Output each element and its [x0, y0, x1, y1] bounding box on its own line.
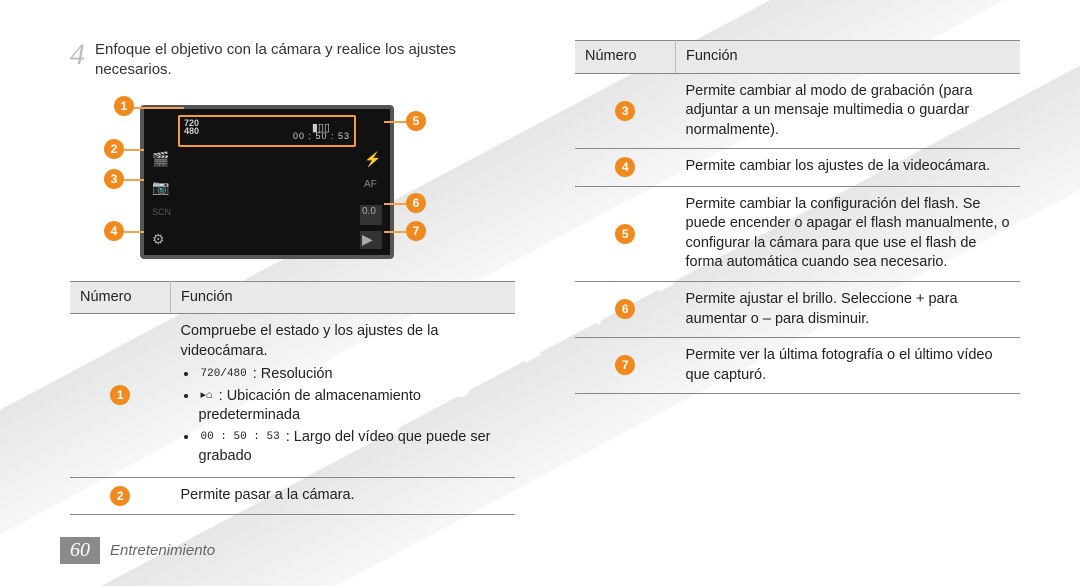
row-text: Permite ver la última fotografía o el úl…: [676, 338, 1021, 394]
table-row: 5 Permite cambiar la configuración del f…: [575, 186, 1020, 281]
callout-4: 4: [104, 221, 124, 241]
row-badge: 1: [110, 385, 130, 405]
table-row: 2 Permite pasar a la cámara.: [70, 478, 515, 515]
table-row: 7 Permite ver la última fotografía o el …: [575, 338, 1020, 394]
rec-time: 00 : 50 : 53: [293, 131, 350, 141]
row-text: Permite ajustar el brillo. Seleccione + …: [676, 281, 1021, 337]
th-num: Número: [70, 281, 171, 314]
camera-switch-icon: 📷: [152, 179, 170, 197]
row-badge: 5: [615, 224, 635, 244]
th-num: Número: [575, 41, 676, 74]
table-row: 3 Permite cambiar al modo de grabación (…: [575, 73, 1020, 149]
row-badge: 3: [615, 101, 635, 121]
table-row: 6 Permite ajustar el brillo. Seleccione …: [575, 281, 1020, 337]
page-footer: 60 Entretenimiento: [60, 537, 215, 564]
callout-7: 7: [406, 221, 426, 241]
row-text: Permite cambiar al modo de grabación (pa…: [676, 73, 1021, 149]
th-fn: Función: [171, 281, 516, 314]
time-icon: 00 : 50 : 53: [199, 430, 282, 445]
res-icon: 720/480: [199, 367, 249, 382]
th-fn: Función: [676, 41, 1021, 74]
step-text: Enfoque el objetivo con la cámara y real…: [95, 40, 515, 81]
list-item: 720/480 : Resolución: [199, 365, 506, 385]
bullet-text: : Ubicación de almacenamiento predetermi…: [199, 388, 421, 424]
row-badge: 2: [110, 486, 130, 506]
ev-icon: 0.0: [360, 205, 382, 225]
row-text: Permite cambiar la configuración del fla…: [676, 186, 1021, 281]
callout-2: 2: [104, 139, 124, 159]
step-4: 4 Enfoque el objetivo con la cámara y re…: [70, 40, 515, 81]
row-badge: 4: [615, 157, 635, 177]
row-badge: 6: [615, 299, 635, 319]
row-lead: Compruebe el estado y los ajustes de la …: [181, 322, 506, 361]
callout-5: 5: [406, 111, 426, 131]
section-name: Entretenimiento: [110, 542, 215, 559]
flash-icon: ⚡: [364, 151, 382, 169]
row-text: Permite cambiar los ajustes de la videoc…: [676, 149, 1021, 186]
left-legend-table: Número Función 1 Compruebe el estado y l…: [70, 281, 515, 516]
video-mode-icon: 🎬: [152, 151, 170, 169]
right-legend-table: Número Función 3 Permite cambiar al modo…: [575, 40, 1020, 394]
af-icon: AF: [364, 179, 382, 197]
step-number: 4: [70, 40, 85, 81]
list-item: 00 : 50 : 53 : Largo del vídeo que puede…: [199, 428, 506, 467]
gallery-icon: ▶: [360, 231, 382, 249]
storage-icon: ▸⌂: [199, 389, 215, 404]
camera-diagram: 720480 ▮▯▯ 00 : 50 : 53 🎬 📷 SCN ⚙ ⚡ AF 0…: [98, 93, 438, 263]
res-bot: 480: [184, 126, 199, 136]
page-number: 60: [60, 537, 100, 564]
callout-3: 3: [104, 169, 124, 189]
bullet-text: : Resolución: [249, 366, 333, 382]
scn-icon: SCN: [152, 207, 170, 225]
list-item: ▸⌂ : Ubicación de almacenamiento predete…: [199, 387, 506, 426]
row-badge: 7: [615, 355, 635, 375]
table-row: 4 Permite cambiar los ajustes de la vide…: [575, 149, 1020, 186]
table-row: 1 Compruebe el estado y los ajustes de l…: [70, 314, 515, 478]
callout-6: 6: [406, 193, 426, 213]
callout-1: 1: [114, 96, 134, 116]
row-text: Permite pasar a la cámara.: [171, 478, 516, 515]
settings-icon: ⚙: [152, 231, 170, 249]
